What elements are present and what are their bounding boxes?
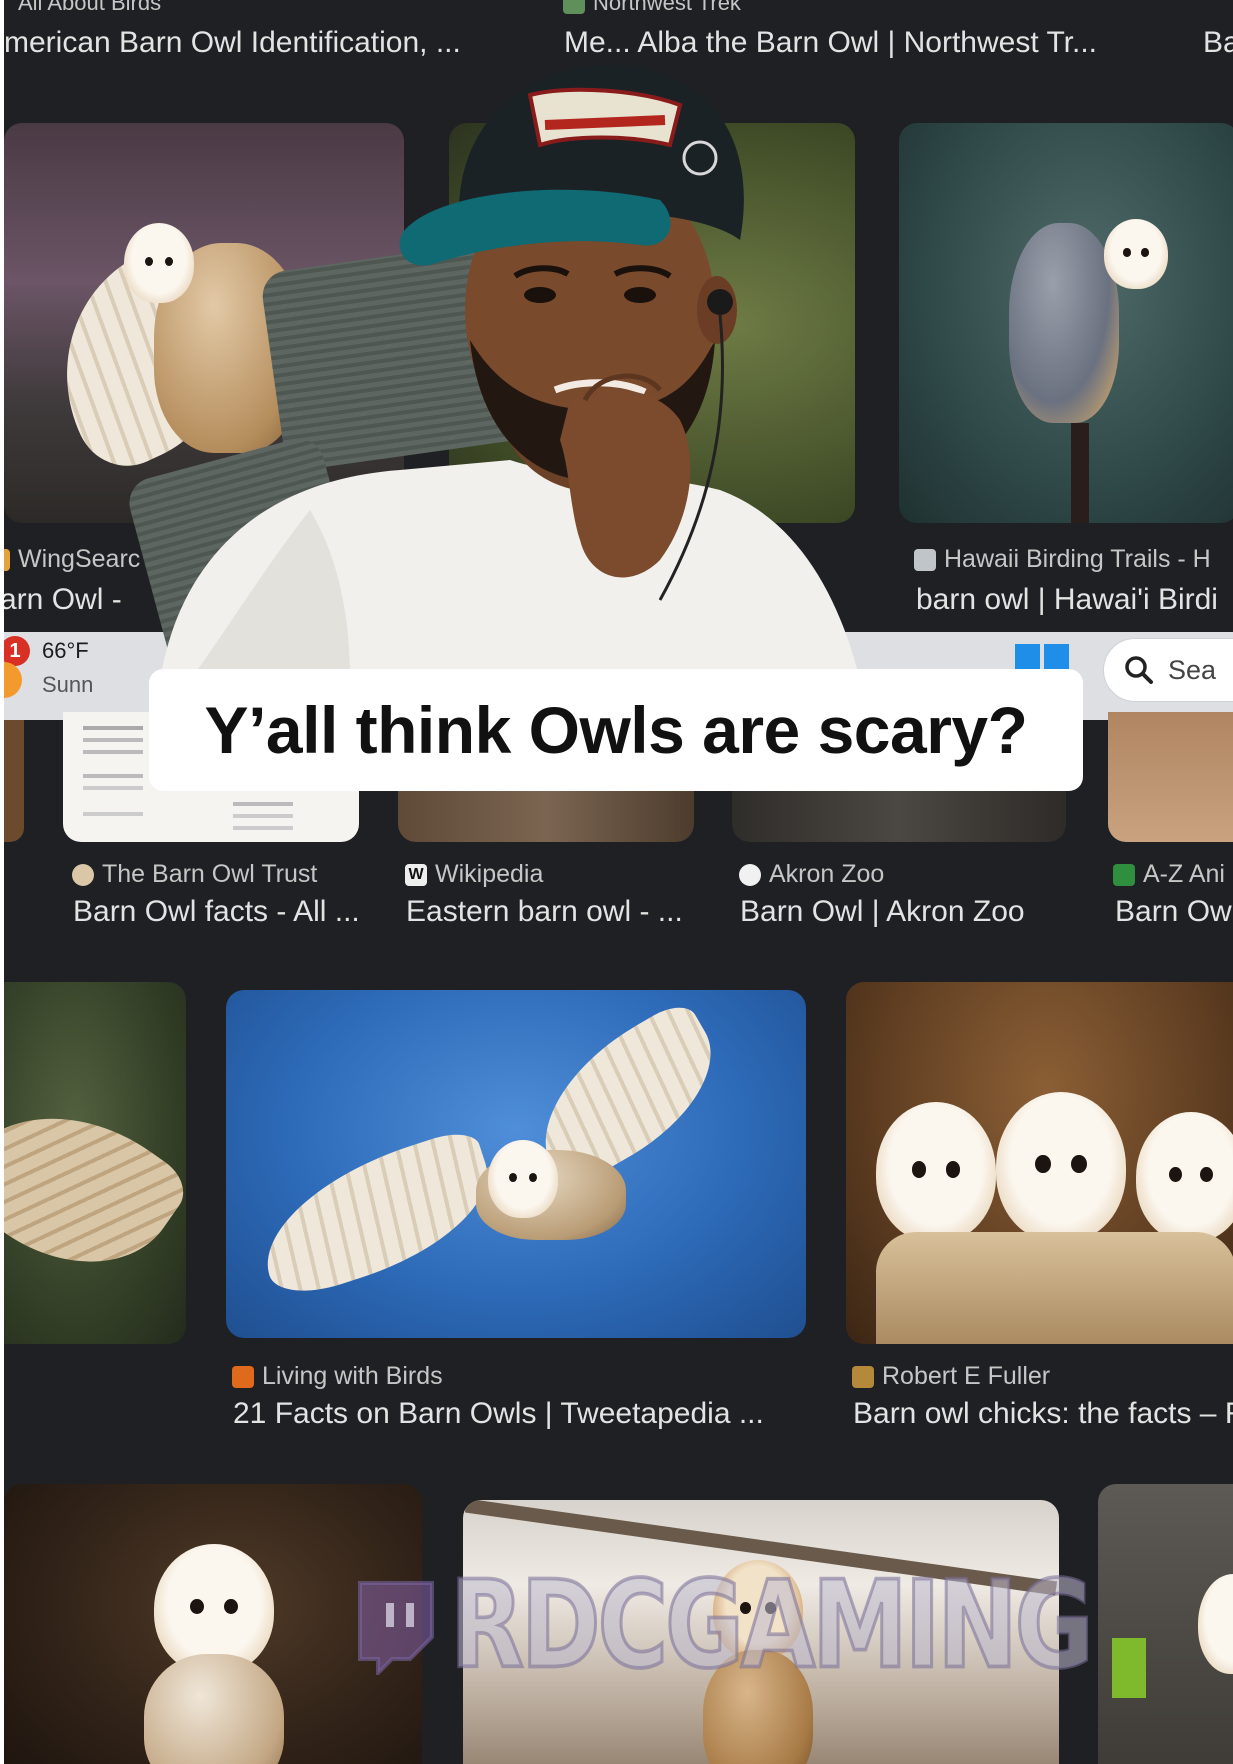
source-label: All About Birds xyxy=(18,0,162,15)
search-label: Sea xyxy=(1168,654,1217,685)
result-title[interactable]: Barn Owl xyxy=(1115,895,1233,929)
result-source[interactable]: Hawaii Birding Trails - H xyxy=(914,545,1211,574)
result-title[interactable]: 21 Facts on Barn Owls | Tweetapedia ... xyxy=(233,1397,773,1431)
image-tile[interactable] xyxy=(0,982,186,1344)
source-label: Northwest Trek xyxy=(593,0,741,15)
result-title[interactable]: Barn Owl | Akron Zoo xyxy=(740,895,1070,929)
owl-face xyxy=(488,1140,558,1218)
source-label: Robert E Fuller xyxy=(882,1362,1051,1390)
streamer-webcam-overlay xyxy=(160,65,860,740)
twitch-logo-icon xyxy=(358,1581,434,1675)
source-label: Akron Zoo xyxy=(769,860,885,888)
channel-name: RDCGAMING xyxy=(449,1553,1096,1697)
sign-fragment xyxy=(1112,1638,1146,1698)
image-tile[interactable] xyxy=(1108,712,1233,842)
result-source[interactable]: The Barn Owl Trust xyxy=(72,860,317,889)
result-source[interactable]: All About Birds xyxy=(18,0,161,16)
source-label: Wikipedia xyxy=(435,860,544,888)
taskbar-search-box[interactable]: Sea xyxy=(1103,638,1233,702)
weather-condition[interactable]: Sunn xyxy=(42,672,93,698)
image-tile[interactable] xyxy=(1098,1484,1233,1764)
source-label: The Barn Owl Trust xyxy=(102,860,318,888)
wikipedia-favicon-icon: W xyxy=(405,863,427,886)
stream-frame: All About Birds merican Barn Owl Identif… xyxy=(0,0,1233,1764)
owl-body xyxy=(1009,223,1119,423)
source-label: Hawaii Birding Trails - H xyxy=(944,545,1211,573)
northwest-trek-favicon-icon xyxy=(563,0,585,14)
caption-text: Y’all think Owls are scary? xyxy=(204,693,1028,767)
frame-edge xyxy=(0,0,4,1764)
result-title[interactable]: Ba xyxy=(1203,26,1233,60)
owl-chick-bodies xyxy=(876,1232,1233,1344)
source-label: Living with Birds xyxy=(262,1362,443,1390)
owl-chick-face xyxy=(876,1102,996,1242)
perch-post xyxy=(1071,423,1089,523)
owl-body xyxy=(144,1654,284,1764)
owl-chick-face xyxy=(1136,1112,1233,1242)
barn-owl-trust-favicon-icon xyxy=(72,863,94,886)
caption-box: Y’all think Owls are scary? xyxy=(149,669,1083,791)
result-source[interactable]: A-Z Ani xyxy=(1113,860,1225,889)
source-label: A-Z Ani xyxy=(1143,860,1225,888)
result-title[interactable]: Eastern barn owl - ... xyxy=(406,895,706,929)
channel-watermark: RDCGAMING xyxy=(350,1553,1095,1697)
result-source[interactable]: Robert E Fuller xyxy=(852,1362,1050,1391)
owl-face xyxy=(1104,219,1168,289)
akron-zoo-favicon-icon xyxy=(739,863,761,886)
result-title[interactable]: barn owl | Hawai'i Birdi xyxy=(916,583,1233,617)
owl-chick-face xyxy=(996,1092,1126,1242)
result-source[interactable]: W Wikipedia xyxy=(405,860,543,889)
robert-e-fuller-favicon-icon xyxy=(852,1365,874,1388)
image-tile[interactable] xyxy=(226,990,806,1338)
weather-temp[interactable]: 66°F xyxy=(42,638,89,664)
search-icon xyxy=(1125,656,1153,684)
owl-wing-left xyxy=(244,1125,508,1305)
result-source[interactable]: Living with Birds xyxy=(232,1362,443,1391)
result-source[interactable]: Northwest Trek xyxy=(563,0,741,16)
result-source[interactable]: Akron Zoo xyxy=(739,860,884,889)
a-z-animals-favicon-icon xyxy=(1113,863,1135,886)
owl-wing xyxy=(0,1068,186,1306)
result-title[interactable]: Barn Owl facts - All ... xyxy=(73,895,373,929)
living-with-birds-favicon-icon xyxy=(232,1365,254,1388)
owl-face xyxy=(1198,1574,1233,1674)
image-tile[interactable] xyxy=(846,982,1233,1344)
result-title[interactable]: Barn owl chicks: the facts – R xyxy=(853,1397,1233,1431)
